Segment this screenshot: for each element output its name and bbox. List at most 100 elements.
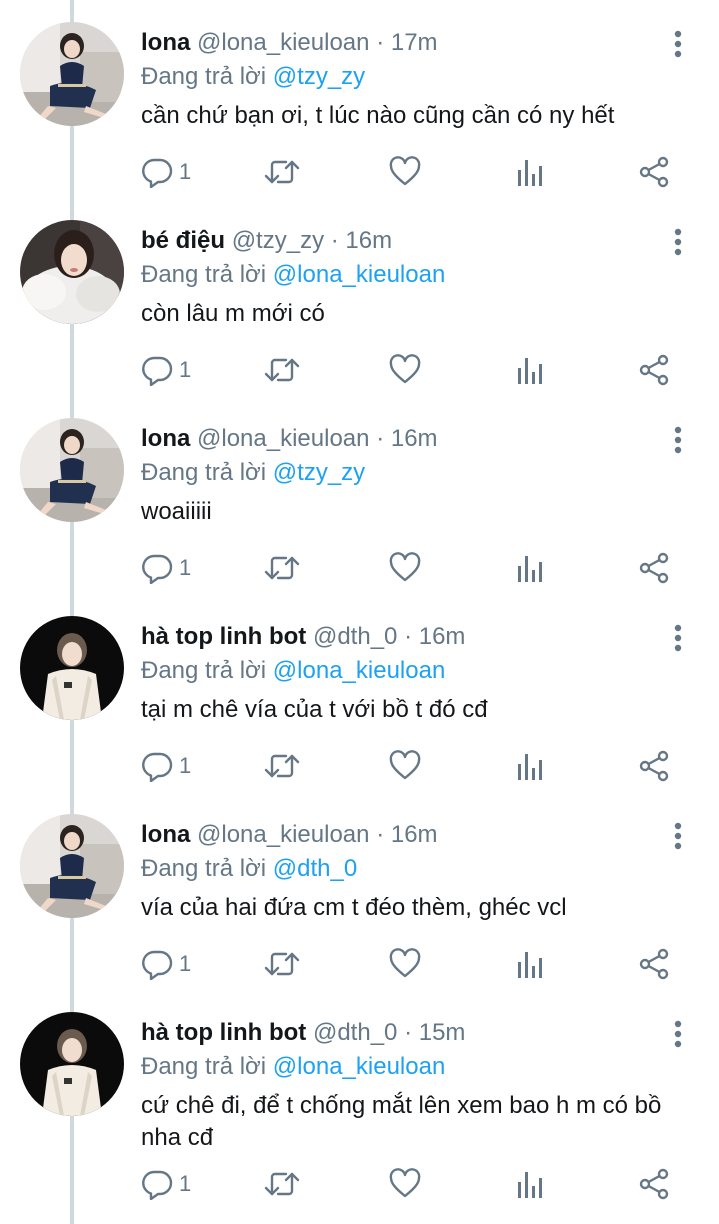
reply-button[interactable]: 1 — [141, 550, 191, 586]
timestamp[interactable]: 16m — [345, 227, 392, 254]
author-name[interactable]: lona — [141, 29, 190, 56]
author-handle[interactable]: @dth_0 — [313, 623, 397, 650]
timestamp[interactable]: 17m — [391, 29, 438, 56]
stats-button[interactable] — [516, 154, 546, 190]
retweet-icon — [264, 1168, 300, 1200]
heart-icon — [389, 156, 421, 188]
stats-button[interactable] — [516, 1166, 546, 1202]
reply-count: 1 — [179, 1171, 192, 1196]
mention-link[interactable]: @lona_kieuloan — [273, 657, 446, 684]
retweet-button[interactable] — [264, 154, 300, 190]
more-vertical-icon[interactable] — [664, 426, 692, 454]
tweet-header: lona @lona_kieuloan · 16m — [141, 820, 438, 850]
retweet-button[interactable] — [264, 946, 300, 982]
tweet-text: woaiiiii — [141, 498, 212, 525]
author-handle[interactable]: @lona_kieuloan — [197, 821, 370, 848]
replying-to-label: Đang trả lời — [141, 261, 267, 288]
retweet-button[interactable] — [264, 352, 300, 388]
author-handle[interactable]: @dth_0 — [313, 1019, 397, 1046]
more-vertical-icon[interactable] — [664, 624, 692, 652]
author-name[interactable]: hà top linh bot — [141, 623, 306, 650]
replying-to: Đang trả lời @lona_kieuloan — [141, 260, 445, 290]
tweet-actions: 1 — [0, 550, 719, 586]
share-button[interactable] — [638, 550, 670, 586]
separator: · — [376, 29, 385, 56]
heart-icon — [389, 948, 421, 980]
more-vertical-icon[interactable] — [664, 30, 692, 58]
share-button[interactable] — [638, 352, 670, 388]
author-name[interactable]: bé điệu — [141, 227, 225, 254]
reply-button[interactable]: 1 — [141, 154, 191, 190]
stats-button[interactable] — [516, 748, 546, 784]
reply-button[interactable]: 1 — [141, 352, 191, 388]
tweet-text: tại m chê vía của t với bồ t đó cđ — [141, 696, 488, 723]
timestamp[interactable]: 16m — [391, 821, 438, 848]
tweet-header: lona @lona_kieuloan · 17m — [141, 28, 438, 58]
timestamp[interactable]: 15m — [419, 1019, 466, 1046]
share-button[interactable] — [638, 748, 670, 784]
avatar-ha[interactable] — [20, 616, 124, 720]
author-handle[interactable]: @lona_kieuloan — [197, 425, 370, 452]
stats-button[interactable] — [516, 550, 546, 586]
mention-link[interactable]: @tzy_zy — [273, 459, 365, 486]
reply-button[interactable]: 1 — [141, 946, 191, 982]
retweet-icon — [264, 156, 300, 188]
tweet-actions: 1 — [0, 946, 719, 982]
avatar-ha[interactable] — [20, 1012, 124, 1116]
share-icon — [638, 750, 670, 782]
tweet-actions: 1 — [0, 154, 719, 190]
reply-count: 1 — [179, 357, 192, 382]
comment-icon — [141, 1168, 173, 1200]
mention-link[interactable]: @lona_kieuloan — [273, 261, 446, 288]
reply-button[interactable]: 1 — [141, 1166, 191, 1202]
avatar-lona[interactable] — [20, 418, 124, 522]
stats-button[interactable] — [516, 946, 546, 982]
reply-count: 1 — [179, 753, 192, 778]
more-vertical-icon[interactable] — [664, 228, 692, 256]
heart-icon — [389, 552, 421, 584]
stats-icon — [516, 948, 546, 980]
share-button[interactable] — [638, 1166, 670, 1202]
like-button[interactable] — [389, 352, 421, 388]
tweet-text: còn lâu m mới có — [141, 300, 325, 327]
replying-to: Đang trả lời @lona_kieuloan — [141, 656, 445, 686]
timestamp[interactable]: 16m — [419, 623, 466, 650]
tweet-text: cần chứ bạn ơi, t lúc nào cũng cần có ny… — [141, 102, 615, 129]
mention-link[interactable]: @lona_kieuloan — [273, 1053, 446, 1080]
like-button[interactable] — [389, 154, 421, 190]
replying-to-label: Đang trả lời — [141, 657, 267, 684]
reply-count: 1 — [179, 951, 192, 976]
retweet-button[interactable] — [264, 1166, 300, 1202]
author-handle[interactable]: @lona_kieuloan — [197, 29, 370, 56]
comment-icon — [141, 552, 173, 584]
author-name[interactable]: lona — [141, 821, 190, 848]
heart-icon — [389, 354, 421, 386]
tweet-header: lona @lona_kieuloan · 16m — [141, 424, 438, 454]
avatar-lona[interactable] — [20, 22, 124, 126]
reply-button[interactable]: 1 — [141, 748, 191, 784]
mention-link[interactable]: @tzy_zy — [273, 63, 365, 90]
share-button[interactable] — [638, 154, 670, 190]
avatar-lona[interactable] — [20, 814, 124, 918]
timestamp[interactable]: 16m — [391, 425, 438, 452]
retweet-icon — [264, 552, 300, 584]
mention-link[interactable]: @dth_0 — [273, 855, 357, 882]
stats-button[interactable] — [516, 352, 546, 388]
like-button[interactable] — [389, 1166, 421, 1202]
author-handle[interactable]: @tzy_zy — [232, 227, 324, 254]
retweet-button[interactable] — [264, 748, 300, 784]
avatar-bedieu[interactable] — [20, 220, 124, 324]
tweet-header: bé điệu @tzy_zy · 16m — [141, 226, 392, 256]
like-button[interactable] — [389, 748, 421, 784]
stats-icon — [516, 1168, 546, 1200]
separator: · — [376, 425, 385, 452]
share-button[interactable] — [638, 946, 670, 982]
like-button[interactable] — [389, 946, 421, 982]
retweet-button[interactable] — [264, 550, 300, 586]
separator: · — [404, 623, 413, 650]
author-name[interactable]: lona — [141, 425, 190, 452]
like-button[interactable] — [389, 550, 421, 586]
more-vertical-icon[interactable] — [664, 1020, 692, 1048]
author-name[interactable]: hà top linh bot — [141, 1019, 306, 1046]
more-vertical-icon[interactable] — [664, 822, 692, 850]
